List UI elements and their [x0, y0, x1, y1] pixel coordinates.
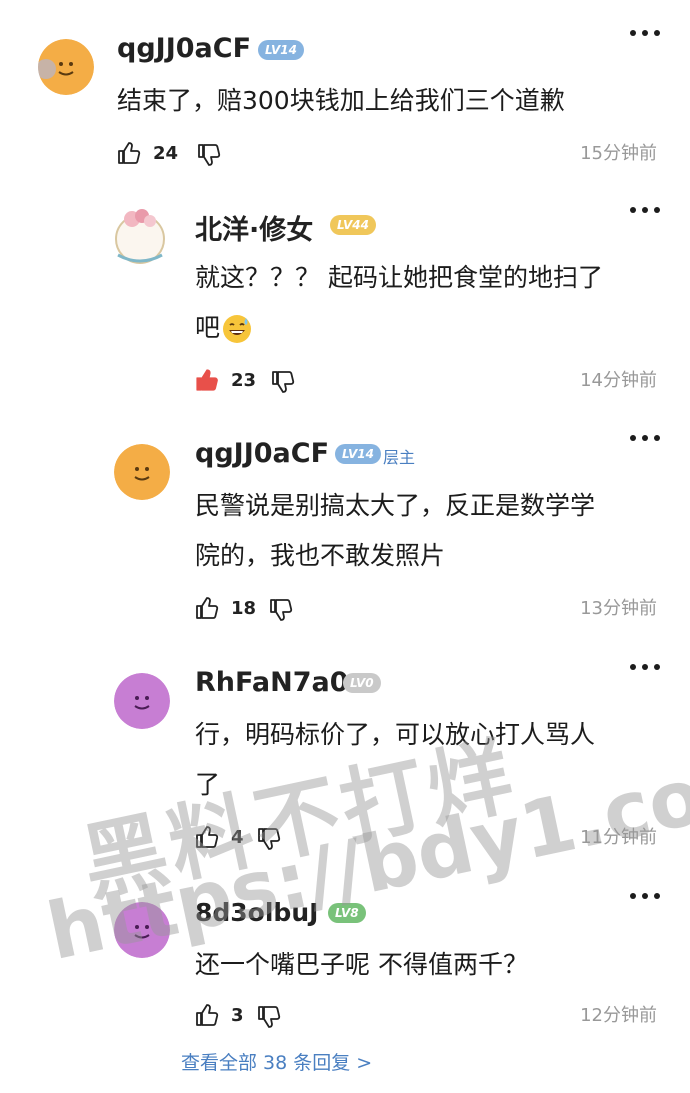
thumbs-up-icon[interactable]: [195, 1003, 219, 1027]
thumbs-up-icon[interactable]: [117, 141, 141, 165]
comment-text: 行，明码标价了，可以放心打人骂人 了: [195, 710, 595, 810]
comment-text-line: 还一个嘴巴子呢 不得值两千？: [195, 950, 528, 979]
more-button[interactable]: [630, 435, 660, 443]
comment-text: 就这？？？ 起码让她把食堂的地扫了 吧: [195, 253, 603, 353]
more-button[interactable]: [630, 664, 660, 672]
more-button[interactable]: [630, 30, 660, 38]
more-dots-icon: [630, 30, 636, 36]
thumbs-down-icon[interactable]: [257, 1005, 281, 1029]
comment-actions: 24 15分钟前: [117, 141, 657, 171]
timestamp: 14分钟前: [580, 370, 657, 391]
smiley-avatar-icon: [114, 444, 170, 500]
comment-actions: 23 14分钟前: [195, 368, 657, 398]
comment-text-line: 院的，我也不敢发照片: [195, 541, 446, 570]
comment-text: 民警说是别搞太大了，反正是数学学 院的，我也不敢发照片: [195, 481, 595, 581]
like-count: 23: [231, 370, 257, 391]
thumbs-down-icon[interactable]: [269, 598, 293, 622]
avatar[interactable]: [38, 39, 94, 95]
more-button[interactable]: [630, 893, 660, 901]
smiley-avatar-icon: [38, 39, 94, 95]
more-button[interactable]: [630, 207, 660, 215]
comment-text-line: 吧: [195, 313, 221, 342]
timestamp: 13分钟前: [580, 598, 657, 619]
username[interactable]: 北洋·修女: [195, 208, 313, 247]
level-badge: LV14: [335, 444, 381, 464]
more-dots-icon: [630, 664, 636, 670]
like-count: 24: [153, 143, 179, 164]
username[interactable]: qgJJ0aCF: [117, 33, 251, 64]
comment-text-line: 结束了，赔300块钱加上给我们三个道歉: [117, 86, 565, 115]
comment-actions: 3 12分钟前: [195, 1003, 657, 1033]
thumbs-up-icon[interactable]: [195, 596, 219, 620]
comment-actions: 18 13分钟前: [195, 596, 657, 626]
username[interactable]: qgJJ0aCF: [195, 438, 329, 469]
level-badge: LV8: [328, 903, 366, 923]
thumbs-up-icon[interactable]: [195, 825, 219, 849]
smiley-avatar-icon: [114, 673, 170, 729]
username[interactable]: 8d3olbuJ: [195, 898, 318, 927]
like-count: 4: [231, 827, 244, 848]
view-all-replies-link[interactable]: 查看全部 38 条回复 >: [181, 1048, 372, 1075]
thumbs-down-icon[interactable]: [271, 370, 295, 394]
level-badge: LV14: [258, 40, 304, 60]
avatar[interactable]: [114, 444, 170, 500]
sweat-smile-emoji-icon: [223, 315, 252, 343]
more-dots-icon: [630, 435, 636, 441]
smiley-avatar-icon: [114, 902, 170, 958]
level-badge: LV0: [343, 673, 381, 693]
floral-wreath-avatar-icon: [115, 209, 165, 264]
comment-actions: 4 11分钟前: [195, 825, 657, 855]
avatar[interactable]: [112, 207, 168, 267]
level-badge: LV44: [330, 215, 376, 235]
timestamp: 15分钟前: [580, 143, 657, 164]
avatar[interactable]: [114, 673, 170, 729]
timestamp: 11分钟前: [580, 827, 657, 848]
like-count: 3: [231, 1005, 244, 1026]
timestamp: 12分钟前: [580, 1005, 657, 1026]
more-dots-icon: [630, 207, 636, 213]
comment-text-line: 就这？？？ 起码让她把食堂的地扫了: [195, 263, 603, 292]
avatar[interactable]: [114, 902, 170, 958]
comment-text-line: 了: [195, 770, 221, 799]
like-count: 18: [231, 598, 257, 619]
comment-text-line: 民警说是别搞太大了，反正是数学学: [195, 491, 596, 520]
thumbs-down-icon[interactable]: [257, 827, 281, 851]
comment-text: 结束了，赔300块钱加上给我们三个道歉: [117, 76, 565, 126]
username[interactable]: RhFaN7a0: [195, 667, 348, 698]
op-tag: 层主: [383, 448, 416, 467]
thumbs-down-icon[interactable]: [197, 143, 221, 167]
comment-text: 还一个嘴巴子呢 不得值两千？: [195, 940, 528, 990]
more-dots-icon: [630, 893, 636, 899]
comment-text-line: 行，明码标价了，可以放心打人骂人: [195, 720, 596, 749]
thumbs-up-icon[interactable]: [195, 368, 219, 392]
